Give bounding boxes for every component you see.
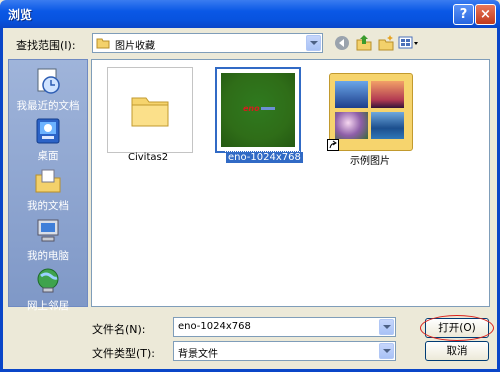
cancel-button[interactable]: 取消 bbox=[425, 341, 489, 361]
file-item-civitas2[interactable] bbox=[107, 67, 193, 153]
recent-documents-icon bbox=[33, 66, 63, 96]
views-menu-icon[interactable] bbox=[398, 35, 420, 54]
file-name-civitas2: Civitas2 bbox=[128, 152, 169, 163]
preview-photo-1 bbox=[335, 81, 368, 108]
filename-value: eno-1024x768 bbox=[178, 321, 251, 332]
file-list-view[interactable]: Civitas2 eno eno-1024x768 示例图片 bbox=[91, 59, 490, 307]
preview-photo-4 bbox=[371, 112, 404, 139]
file-name-eno: eno-1024x768 bbox=[225, 151, 304, 164]
back-icon[interactable] bbox=[334, 35, 350, 54]
highlight-circle bbox=[420, 315, 494, 341]
place-label: 我最近的文档 bbox=[16, 100, 80, 112]
up-folder-icon[interactable] bbox=[355, 34, 373, 55]
preview-photo-3 bbox=[335, 112, 368, 139]
place-recent-documents[interactable]: 我最近的文档 bbox=[9, 66, 87, 113]
place-label: 桌面 bbox=[37, 150, 59, 162]
place-my-computer[interactable]: 我的电脑 bbox=[9, 216, 87, 263]
window-title: 浏览 bbox=[8, 8, 33, 22]
filetype-label: 文件类型(T): bbox=[92, 347, 156, 360]
preview-photo-2 bbox=[371, 81, 404, 108]
folder-icon bbox=[96, 37, 110, 52]
chevron-down-icon[interactable] bbox=[306, 35, 321, 51]
close-button[interactable]: × bbox=[475, 4, 496, 25]
thumbnail-logo-text: eno bbox=[243, 104, 260, 113]
my-documents-icon bbox=[33, 166, 63, 196]
file-item-eno[interactable]: eno bbox=[215, 67, 301, 153]
image-thumbnail: eno bbox=[221, 73, 295, 147]
place-label: 网上邻居 bbox=[27, 300, 69, 312]
my-computer-icon bbox=[33, 216, 63, 246]
filetype-value: 背景文件 bbox=[178, 349, 218, 360]
filename-label: 文件名(N): bbox=[92, 323, 146, 336]
folder-icon bbox=[130, 92, 170, 131]
shortcut-arrow-icon bbox=[327, 139, 339, 154]
title-bar: 浏览 ? × bbox=[0, 0, 500, 28]
filename-combo[interactable]: eno-1024x768 bbox=[173, 317, 396, 337]
places-bar: 我最近的文档 桌面 我的文档 我的电脑 网上邻居 bbox=[8, 59, 88, 312]
place-network-places[interactable]: 网上邻居 bbox=[9, 266, 87, 313]
look-in-combo[interactable]: 图片收藏 bbox=[92, 33, 323, 53]
filetype-combo[interactable]: 背景文件 bbox=[173, 341, 396, 361]
file-name-sample-pictures: 示例图片 bbox=[350, 156, 390, 167]
desktop-icon bbox=[33, 116, 63, 146]
place-desktop[interactable]: 桌面 bbox=[9, 116, 87, 163]
place-my-documents[interactable]: 我的文档 bbox=[9, 166, 87, 213]
look-in-label: 查找范围(I): bbox=[16, 39, 76, 52]
file-item-sample-pictures[interactable] bbox=[327, 67, 413, 153]
look-in-value: 图片收藏 bbox=[115, 41, 155, 52]
network-places-icon bbox=[33, 266, 63, 296]
place-label: 我的电脑 bbox=[27, 250, 69, 262]
place-label: 我的文档 bbox=[27, 200, 69, 212]
thumbnail-logo-mark bbox=[261, 107, 275, 110]
help-button[interactable]: ? bbox=[453, 4, 474, 25]
chevron-down-icon[interactable] bbox=[379, 319, 394, 335]
new-folder-icon[interactable] bbox=[377, 34, 395, 55]
chevron-down-icon[interactable] bbox=[379, 343, 394, 359]
